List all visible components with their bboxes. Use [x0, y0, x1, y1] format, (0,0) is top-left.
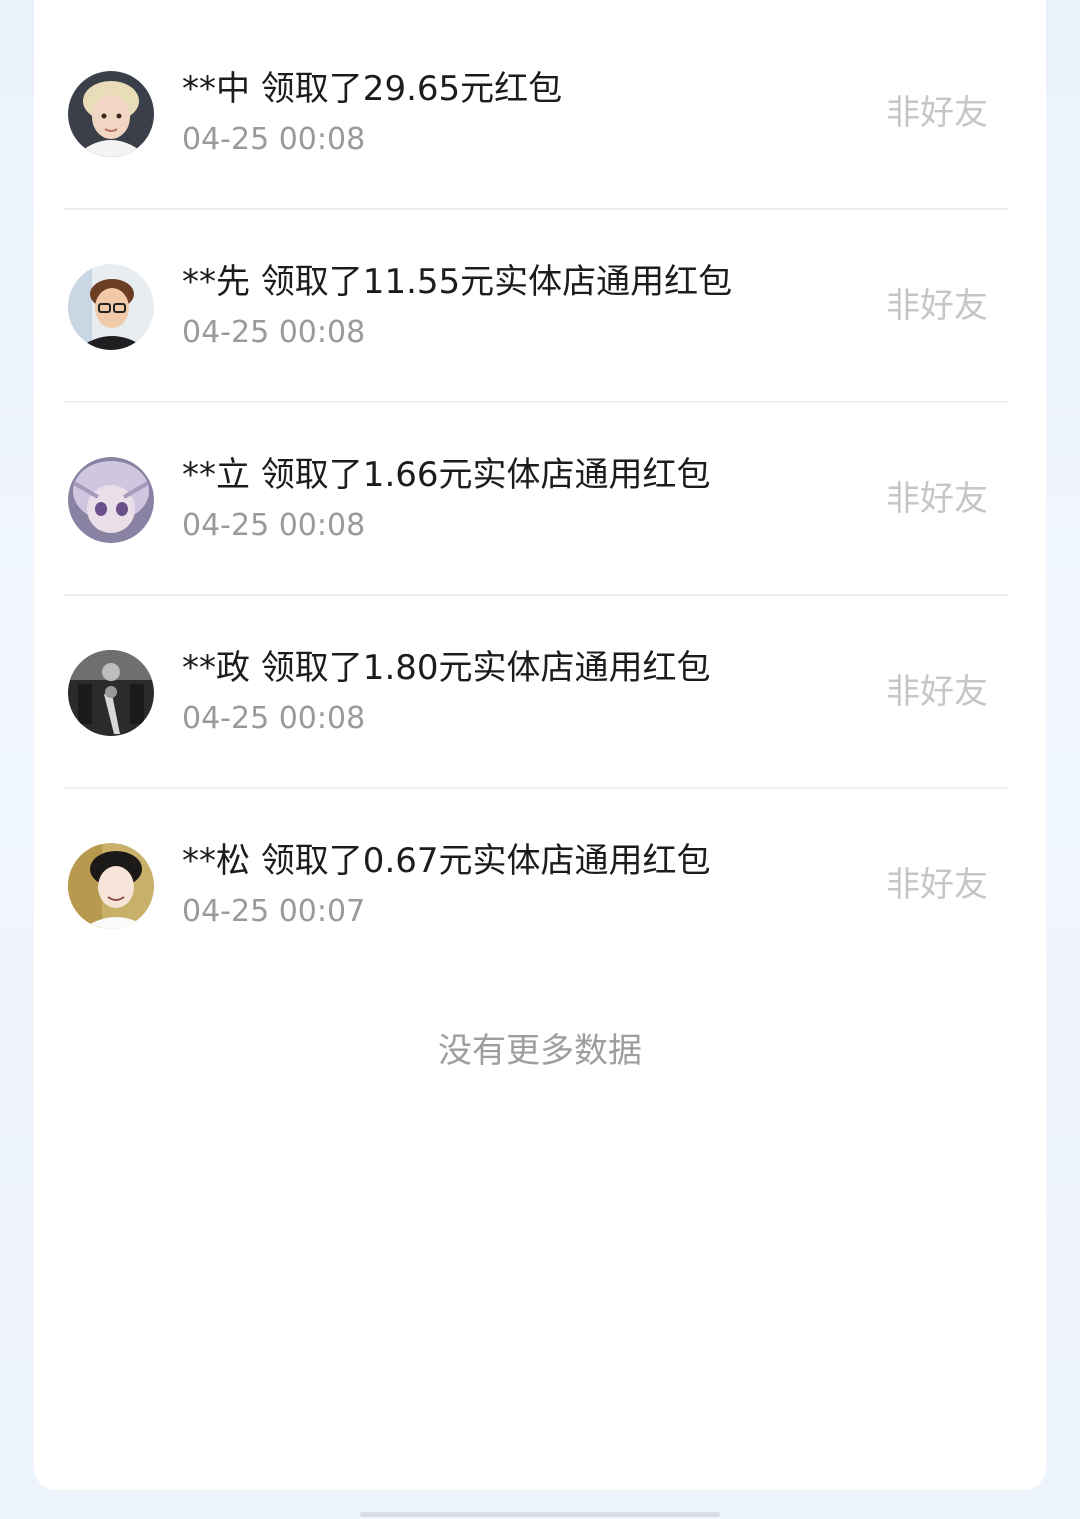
claim-title: **先 领取了11.55元实体店通用红包: [182, 262, 733, 302]
avatar[interactable]: [68, 843, 154, 929]
claim-title: **政 领取了1.80元实体店通用红包: [182, 648, 711, 688]
list-item[interactable]: **先 领取了11.55元实体店通用红包 04-25 00:08 非好友: [34, 210, 1046, 403]
claim-title: **中 领取了29.65元红包: [182, 69, 563, 109]
list-item[interactable]: **立 领取了1.66元实体店通用红包 04-25 00:08 非好友: [34, 403, 1046, 596]
avatar[interactable]: [68, 71, 154, 157]
claim-record-list: **中 领取了29.65元红包 04-25 00:08 非好友 **先 领取了1…: [34, 17, 1046, 982]
claim-time: 04-25 00:08: [182, 508, 366, 543]
friend-status-label: 非好友: [886, 286, 988, 326]
no-more-data-text: 没有更多数据: [438, 1031, 642, 1071]
friend-status-label: 非好友: [886, 672, 988, 712]
avatar[interactable]: [68, 650, 154, 736]
friend-status-label: 非好友: [886, 479, 988, 519]
list-item[interactable]: **中 领取了29.65元红包 04-25 00:08 非好友: [34, 17, 1046, 210]
avatar[interactable]: [68, 457, 154, 543]
claim-title: **松 领取了0.67元实体店通用红包: [182, 841, 711, 881]
claim-time: 04-25 00:08: [182, 701, 366, 736]
home-indicator-bar: [360, 1512, 720, 1517]
avatar[interactable]: [68, 264, 154, 350]
claim-time: 04-25 00:08: [182, 122, 366, 157]
claim-title: **立 领取了1.66元实体店通用红包: [182, 455, 711, 495]
friend-status-label: 非好友: [886, 93, 988, 133]
list-item[interactable]: **松 领取了0.67元实体店通用红包 04-25 00:07 非好友: [34, 789, 1046, 982]
list-item[interactable]: **政 领取了1.80元实体店通用红包 04-25 00:08 非好友: [34, 596, 1046, 789]
claim-time: 04-25 00:07: [182, 894, 366, 929]
claim-record-card: **中 领取了29.65元红包 04-25 00:08 非好友 **先 领取了1…: [34, 0, 1046, 1490]
claim-time: 04-25 00:08: [182, 315, 366, 350]
friend-status-label: 非好友: [886, 865, 988, 905]
